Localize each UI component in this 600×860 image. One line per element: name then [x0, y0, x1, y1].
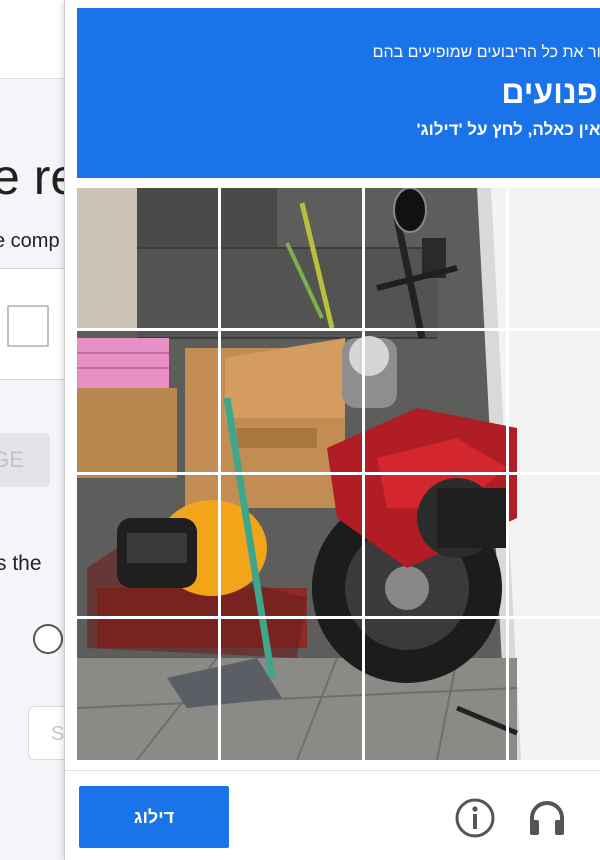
grid-tile-r1c4[interactable] — [509, 188, 600, 328]
target-object-label: אופנועים — [501, 74, 600, 110]
headphones-icon[interactable] — [525, 796, 569, 840]
image-grid — [77, 188, 600, 760]
grid-tile-r2c4[interactable] — [509, 331, 600, 471]
background-button[interactable]: GE — [0, 433, 50, 487]
grid-tile-r3c3[interactable] — [365, 475, 506, 615]
skip-button[interactable]: דילוג — [79, 786, 229, 848]
grid-tile-r2c3[interactable] — [365, 331, 506, 471]
grid-tile-r1c3[interactable] — [365, 188, 506, 328]
grid-tile-r4c4[interactable] — [509, 619, 600, 759]
grid-tile-r4c2[interactable] — [221, 619, 362, 759]
grid-tile-r4c1[interactable] — [77, 619, 218, 759]
grid-tile-r1c2[interactable] — [221, 188, 362, 328]
page-subtitle: e comp — [0, 230, 60, 252]
recaptcha-checkbox[interactable] — [7, 305, 49, 347]
grid-tile-r2c2[interactable] — [221, 331, 362, 471]
captcha-header: לבחור את כל הריבועים שמופיעים בהם אופנוע… — [77, 8, 600, 178]
grid-tile-r4c3[interactable] — [365, 619, 506, 759]
grid-tile-r3c1[interactable] — [77, 475, 218, 615]
question-text: s the — [0, 552, 42, 575]
instruction-text: לבחור את כל הריבועים שמופיעים בהם — [372, 44, 600, 61]
grid-tile-r1c1[interactable] — [77, 188, 218, 328]
info-icon[interactable] — [453, 796, 497, 840]
background-button-label: GE — [0, 447, 24, 472]
skip-instruction: אם אין כאלה, לחץ על 'דילוג' — [416, 120, 600, 139]
grid-tile-r3c4[interactable] — [509, 475, 600, 615]
captcha-popup: לבחור את כל הריבועים שמופיעים בהם אופנוע… — [64, 0, 600, 860]
grid-tile-r3c2[interactable] — [221, 475, 362, 615]
grid-tile-r2c1[interactable] — [77, 331, 218, 471]
radio-option[interactable] — [33, 624, 63, 654]
footer-divider — [65, 770, 600, 771]
